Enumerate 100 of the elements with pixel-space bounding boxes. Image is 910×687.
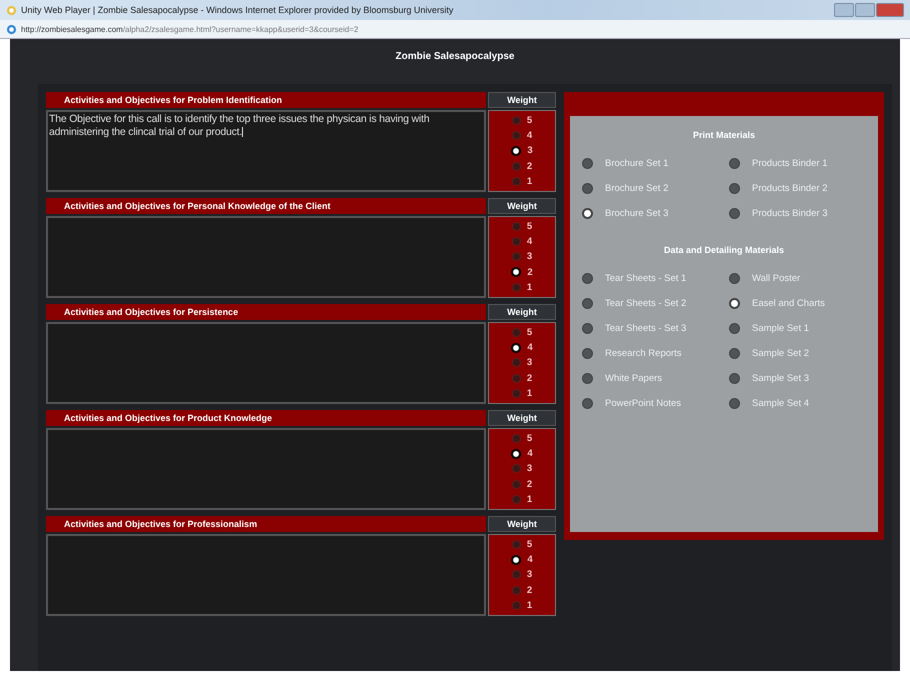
material-label[interactable]: Tear Sheets - Set 3 xyxy=(605,323,686,334)
radio-button[interactable] xyxy=(511,342,522,353)
weight-number: 1 xyxy=(526,388,532,399)
minimize-button[interactable] xyxy=(834,3,854,17)
radio-button[interactable] xyxy=(729,373,740,384)
radio-button[interactable] xyxy=(582,323,593,334)
radio-button[interactable] xyxy=(729,323,740,334)
material-label[interactable]: PowerPoint Notes xyxy=(605,398,682,409)
weight-number: 2 xyxy=(526,160,532,172)
radio-button[interactable] xyxy=(729,273,740,284)
material-label[interactable]: Products Binder 3 xyxy=(752,208,828,219)
radio-button[interactable] xyxy=(511,267,522,278)
weight-number: 5 xyxy=(526,115,532,126)
radio-button[interactable] xyxy=(582,183,593,194)
radio-button[interactable] xyxy=(512,252,521,262)
material-label[interactable]: Sample Set 2 xyxy=(752,348,810,359)
radio-button[interactable] xyxy=(729,183,740,194)
radio-button[interactable] xyxy=(512,131,521,140)
material-label[interactable]: Sample Set 3 xyxy=(752,373,810,384)
material-label[interactable]: Brochure Set 2 xyxy=(605,183,668,194)
objectives-text-area[interactable] xyxy=(46,534,486,616)
radio-button[interactable] xyxy=(511,146,522,156)
radio-button[interactable] xyxy=(512,328,521,338)
weight-number: 2 xyxy=(526,478,532,490)
window-title: Unity Web Player | Zombie Salesapocalypse - Windows Internet Explorer provided by Bloomsburg University xyxy=(21,5,454,15)
weight-number: 3 xyxy=(526,251,532,262)
objectives-text-area[interactable]: The Objective for this call is to identify the top three issues the physican is having with administering the clincal trial of our product. xyxy=(46,110,486,192)
weight-number: 1 xyxy=(526,282,532,293)
weight-number: 1 xyxy=(526,176,532,187)
radio-button[interactable] xyxy=(512,586,521,595)
radio-button[interactable] xyxy=(512,222,521,232)
weight-heading: Weight xyxy=(488,410,556,426)
radio-button[interactable] xyxy=(729,158,740,169)
app-title: Zombie Salesapocalypse xyxy=(394,50,516,64)
weight-number: 1 xyxy=(526,600,532,611)
weight-number: 5 xyxy=(526,539,532,550)
radio-button[interactable] xyxy=(512,600,521,610)
weight-number: 5 xyxy=(526,327,532,338)
material-label[interactable]: Research Reports xyxy=(605,348,682,359)
material-label[interactable]: Wall Poster xyxy=(752,273,800,284)
group-heading: Print Materials xyxy=(692,129,756,142)
radio-button[interactable] xyxy=(512,176,521,186)
section-heading: Activities and Objectives for Problem Identification xyxy=(46,92,486,108)
radio-button[interactable] xyxy=(729,398,740,409)
url-text: http://zombiesalesgame.com/alpha2/zsalesgame.html?username=kkapp&userid=3&courseid=2 xyxy=(21,24,358,34)
objectives-text-area[interactable] xyxy=(46,216,486,298)
section-heading: Activities and Objectives for Persistence xyxy=(46,304,486,320)
radio-button[interactable] xyxy=(512,480,521,489)
radio-button[interactable] xyxy=(512,237,521,246)
weight-number: 3 xyxy=(526,463,532,474)
radio-button[interactable] xyxy=(729,298,740,309)
material-label[interactable]: Sample Set 4 xyxy=(752,398,810,409)
maximize-button[interactable] xyxy=(855,3,875,17)
weight-heading: Weight xyxy=(488,198,556,214)
radio-button[interactable] xyxy=(511,448,522,459)
radio-button[interactable] xyxy=(512,388,521,398)
address-bar[interactable]: http://zombiesalesgame.com/alpha2/zsalesgame.html?username=kkapp&userid=3&courseid=2 xyxy=(0,20,910,39)
radio-button[interactable] xyxy=(512,434,521,444)
objectives-text-area[interactable] xyxy=(46,428,486,510)
material-label[interactable]: Brochure Set 3 xyxy=(605,208,668,219)
radio-button[interactable] xyxy=(729,208,740,219)
radio-button[interactable] xyxy=(729,348,740,359)
weight-number: 3 xyxy=(526,569,532,580)
weight-number: 2 xyxy=(526,372,532,384)
radio-button[interactable] xyxy=(512,162,521,171)
weight-number: 4 xyxy=(527,554,533,566)
material-label[interactable]: Products Binder 1 xyxy=(752,158,828,169)
weight-number: 1 xyxy=(526,494,532,505)
material-label[interactable]: Tear Sheets - Set 1 xyxy=(605,273,686,284)
radio-button[interactable] xyxy=(512,540,521,550)
material-label[interactable]: Sample Set 1 xyxy=(752,323,810,334)
radio-button[interactable] xyxy=(582,273,593,284)
radio-button[interactable] xyxy=(582,348,593,359)
close-button[interactable] xyxy=(876,3,904,17)
radio-button[interactable] xyxy=(582,208,593,219)
radio-button[interactable] xyxy=(512,464,521,474)
radio-button[interactable] xyxy=(512,494,521,504)
material-label[interactable]: White Papers xyxy=(605,373,662,384)
radio-button[interactable] xyxy=(512,570,521,580)
material-label[interactable]: Products Binder 2 xyxy=(752,183,828,194)
weight-heading: Weight xyxy=(488,92,556,108)
material-label[interactable]: Tear Sheets - Set 2 xyxy=(605,298,686,309)
radio-button[interactable] xyxy=(512,374,521,383)
radio-button[interactable] xyxy=(582,158,593,169)
radio-button[interactable] xyxy=(512,116,521,126)
weight-number: 5 xyxy=(526,433,532,444)
radio-button[interactable] xyxy=(582,373,593,384)
browser-icon xyxy=(6,4,17,16)
weight-number: 4 xyxy=(526,130,532,142)
radio-button[interactable] xyxy=(582,298,593,309)
material-label[interactable]: Easel and Charts xyxy=(752,298,825,309)
material-label[interactable]: Brochure Set 1 xyxy=(605,158,668,169)
radio-button[interactable] xyxy=(511,554,522,565)
objectives-text-area[interactable] xyxy=(46,322,486,404)
radio-button[interactable] xyxy=(582,398,593,409)
radio-button[interactable] xyxy=(512,282,521,292)
weight-number: 4 xyxy=(527,342,533,354)
radio-button[interactable] xyxy=(512,358,521,368)
weight-number: 3 xyxy=(527,145,533,156)
section-heading: Activities and Objectives for Personal Knowledge of the Client xyxy=(46,198,486,214)
